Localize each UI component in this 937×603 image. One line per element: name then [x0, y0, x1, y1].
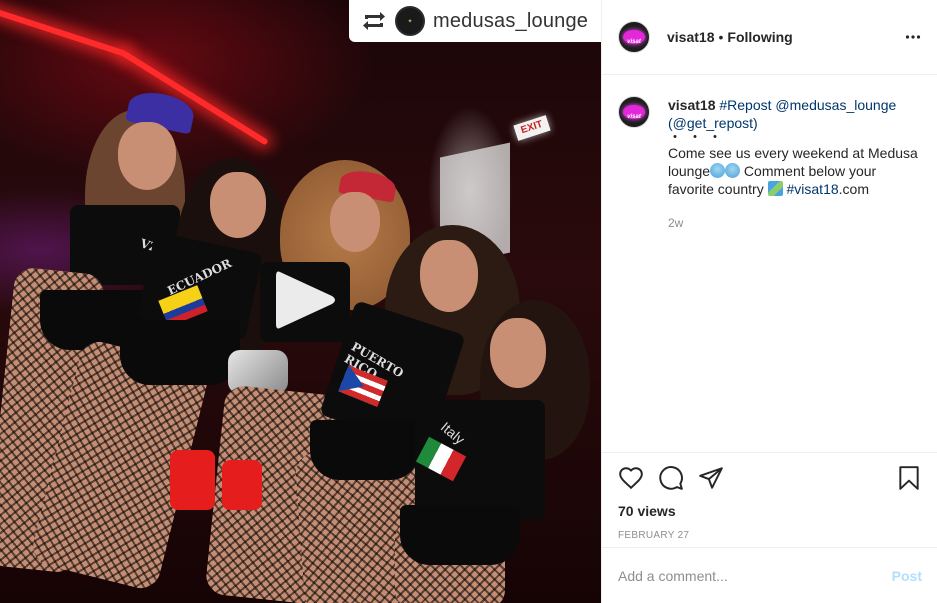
caption: visat visat18 #Repost @medusas_lounge (@… [618, 96, 922, 232]
caption-username[interactable]: visat18 [668, 97, 715, 113]
view-count[interactable]: 70 views [618, 503, 922, 519]
avatar[interactable]: visat [618, 21, 650, 53]
add-comment-bar: Post [602, 547, 937, 603]
post-header: visat visat18 • Following [602, 0, 937, 75]
mention-medusas-lounge[interactable]: @medusas_lounge [775, 97, 896, 113]
post-actions: 70 views FEBRUARY 27 [602, 452, 937, 541]
hashtag-visat18[interactable]: #visat18 [787, 181, 839, 197]
post-sidebar: visat visat18 • Following visat visat18 … [601, 0, 937, 603]
header-username[interactable]: visat18 [667, 29, 714, 45]
repost-banner: ✦ medusas_lounge [349, 0, 601, 42]
share-icon[interactable] [698, 465, 724, 491]
caption-avatar[interactable]: visat [618, 96, 650, 128]
exit-sign: EXIT [513, 115, 551, 141]
red-boot [222, 460, 262, 510]
post-comment-button[interactable]: Post [892, 568, 922, 584]
banner-avatar: ✦ [395, 6, 425, 36]
post-date[interactable]: FEBRUARY 27 [618, 530, 922, 541]
caption-suffix: .com [838, 181, 869, 197]
heart-icon[interactable] [618, 465, 644, 491]
play-icon[interactable] [268, 264, 340, 336]
more-horizontal-icon[interactable] [905, 29, 921, 45]
caption-dots: ・・・ [668, 129, 728, 145]
action-icons [618, 463, 922, 493]
red-boot [170, 450, 215, 510]
hashtag-repost[interactable]: #Repost [719, 97, 771, 113]
cold-face-icon [725, 163, 741, 178]
comment-icon[interactable] [658, 465, 684, 491]
banner-username: medusas_lounge [433, 9, 589, 32]
bookmark-icon[interactable] [896, 465, 922, 491]
separator-dot: • [718, 29, 724, 45]
following-button[interactable]: Following [727, 29, 792, 45]
neon-light [0, 4, 128, 58]
comments-section: visat visat18 #Repost @medusas_lounge (@… [602, 76, 937, 452]
caption-timestamp[interactable]: 2w [668, 214, 920, 232]
caption-text: visat18 #Repost @medusas_lounge (@get_re… [668, 96, 920, 232]
repost-icon [363, 12, 385, 30]
cold-face-icon [710, 163, 726, 178]
post-video[interactable]: EXIT VZL ECUADOR PUERTO RICO [0, 0, 601, 603]
comment-input[interactable] [618, 567, 892, 584]
world-map-icon [767, 181, 783, 196]
